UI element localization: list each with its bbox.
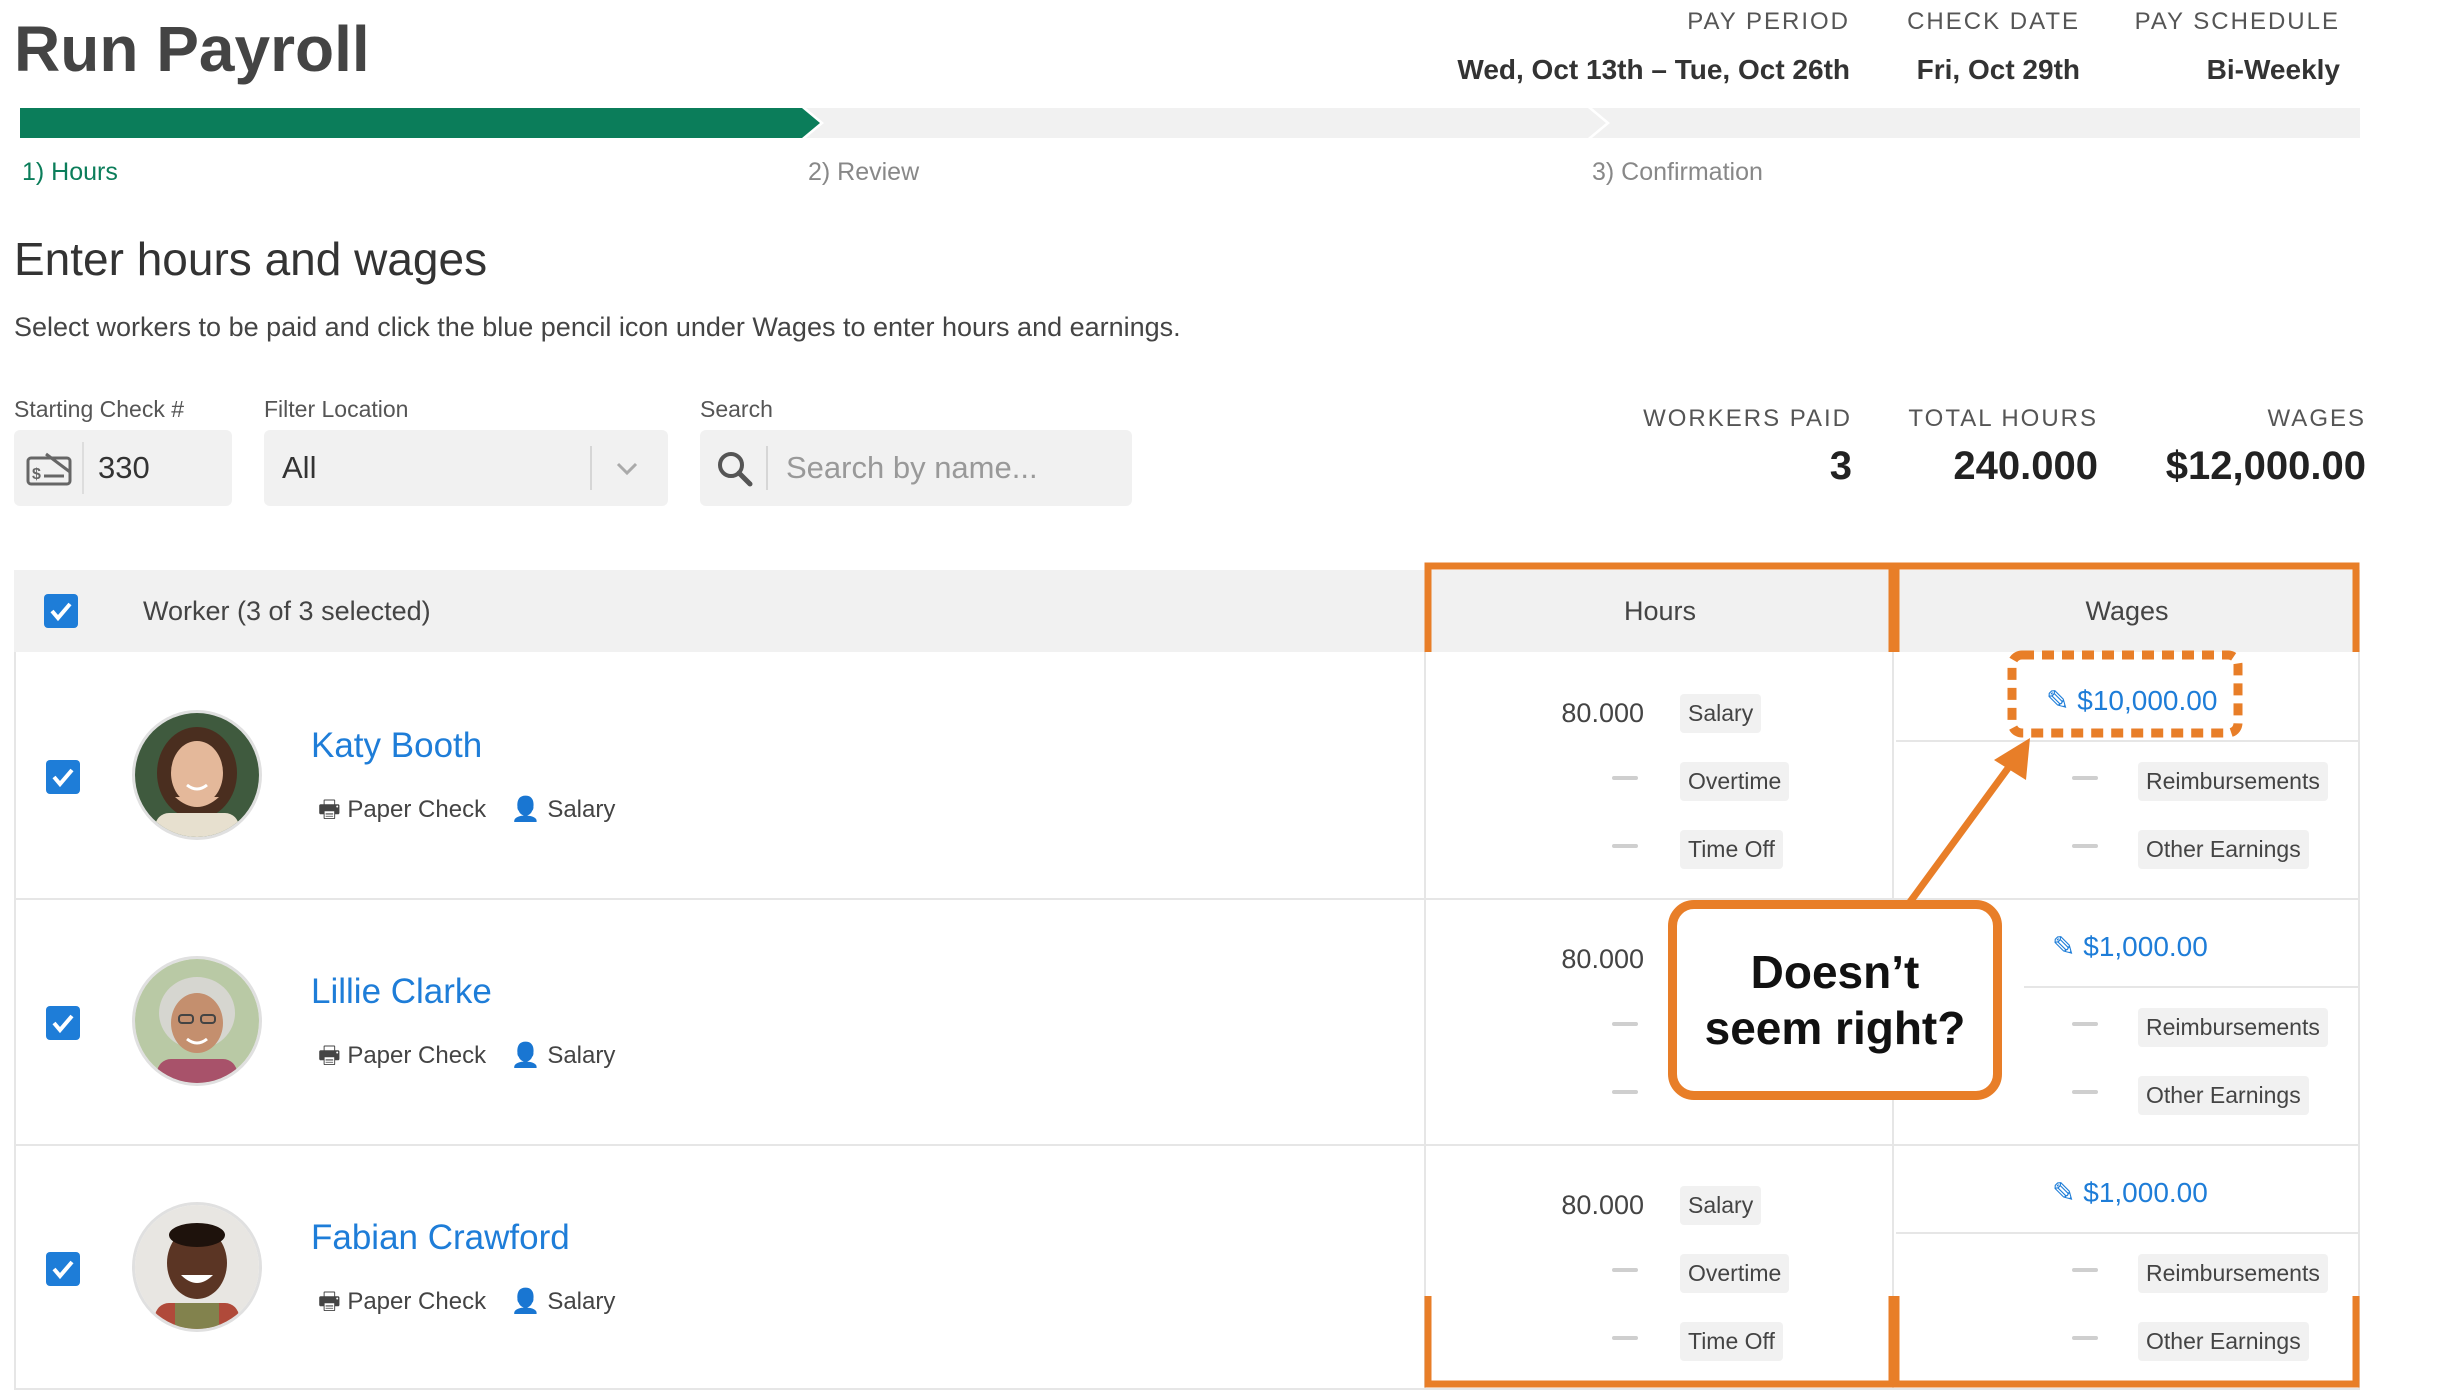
wages-highlight-top [1892,562,2360,652]
callout-line-2: seem right? [1704,1002,1966,1054]
arrow-head [1994,738,2030,780]
callout-line-1: Doesn’t [1750,946,1920,998]
annotation-overlay [1424,562,2360,1388]
hours-highlight-top [1424,562,1896,652]
arrow-shaft [1907,757,2017,905]
hours-highlight-bottom [1424,1296,1896,1388]
wages-highlight-bottom [1892,1296,2360,1388]
annotation-callout: Doesn’t seem right? [1668,900,2002,1100]
dotted-highlight [2007,650,2243,738]
